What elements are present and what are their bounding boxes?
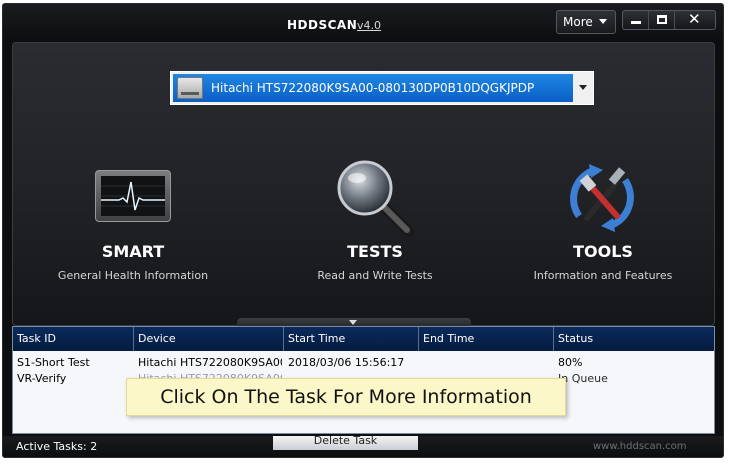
close-icon: ✕: [688, 10, 701, 28]
maximize-button[interactable]: [649, 11, 675, 29]
status-cell: In Queue: [558, 372, 608, 385]
more-label: More: [563, 15, 593, 29]
tools-title: TOOLS: [573, 242, 633, 261]
column-header-start-time[interactable]: Start Time: [284, 327, 419, 351]
status-cell: 80%: [558, 356, 583, 369]
task-info-tooltip: Click On The Task For More Information: [126, 378, 566, 416]
chevron-down-icon[interactable]: [579, 85, 587, 90]
task-table-header: Task ID Device Start Time End Time Statu…: [13, 327, 714, 351]
more-menu-button[interactable]: More: [556, 10, 616, 34]
start-time-cell: 2018/03/06 15:56:17: [288, 356, 405, 369]
chevron-down-icon: [599, 19, 607, 24]
column-header-status[interactable]: Status: [554, 327, 714, 351]
chevron-down-icon: [349, 320, 357, 325]
task-id-cell: S1-Short Test: [17, 356, 90, 369]
title-bar[interactable]: HDDSCAN v4.0 More ✕: [3, 4, 723, 42]
smart-title: SMART: [101, 242, 165, 261]
drive-select-value: Hitachi HTS722080K9SA00-080130DP0B10DQGK…: [173, 74, 573, 102]
column-header-device[interactable]: Device: [134, 327, 284, 351]
table-row[interactable]: S1-Short Test Hitachi HTS722080K9SA00-..…: [13, 355, 714, 371]
active-tasks-count: Active Tasks: 2: [16, 440, 98, 453]
hard-drive-icon: [177, 77, 203, 99]
tests-title: TESTS: [347, 242, 403, 261]
smart-feature-button[interactable]: SMART General Health Information: [43, 158, 223, 288]
delete-task-button[interactable]: Delete Task: [273, 435, 418, 450]
column-header-end-time[interactable]: End Time: [419, 327, 554, 351]
drive-select[interactable]: Hitachi HTS722080K9SA00-080130DP0B10DQGK…: [170, 71, 594, 105]
tools-feature-button[interactable]: TOOLS Information and Features: [513, 158, 693, 288]
window-controls: ✕: [622, 10, 716, 30]
main-panel: Hitachi HTS722080K9SA00-080130DP0B10DQGK…: [12, 42, 715, 326]
app-title: HDDSCAN: [287, 18, 358, 32]
tests-subtitle: Read and Write Tests: [317, 269, 433, 282]
version-link[interactable]: v4.0: [357, 19, 381, 32]
pulse-graph: [101, 176, 165, 216]
status-bar: Active Tasks: 2 Delete Task www.hddscan.…: [3, 435, 723, 457]
magnifier-icon: [337, 160, 415, 238]
drive-label: Hitachi HTS722080K9SA00-080130DP0B10DQGK…: [211, 81, 535, 95]
tests-feature-button[interactable]: TESTS Read and Write Tests: [285, 158, 465, 288]
minimize-icon: [631, 21, 641, 24]
tools-icon: [570, 164, 634, 232]
monitor-pulse-icon: [95, 170, 171, 222]
minimize-button[interactable]: [623, 11, 649, 29]
smart-subtitle: General Health Information: [57, 269, 209, 282]
device-cell: Hitachi HTS722080K9SA00-...: [138, 356, 282, 369]
maximize-icon: [657, 15, 667, 24]
website-link[interactable]: www.hddscan.com: [593, 441, 687, 452]
tools-subtitle: Information and Features: [533, 269, 673, 282]
task-id-cell: VR-Verify: [17, 372, 67, 385]
close-button[interactable]: ✕: [675, 10, 715, 29]
column-header-task-id[interactable]: Task ID: [13, 327, 134, 351]
